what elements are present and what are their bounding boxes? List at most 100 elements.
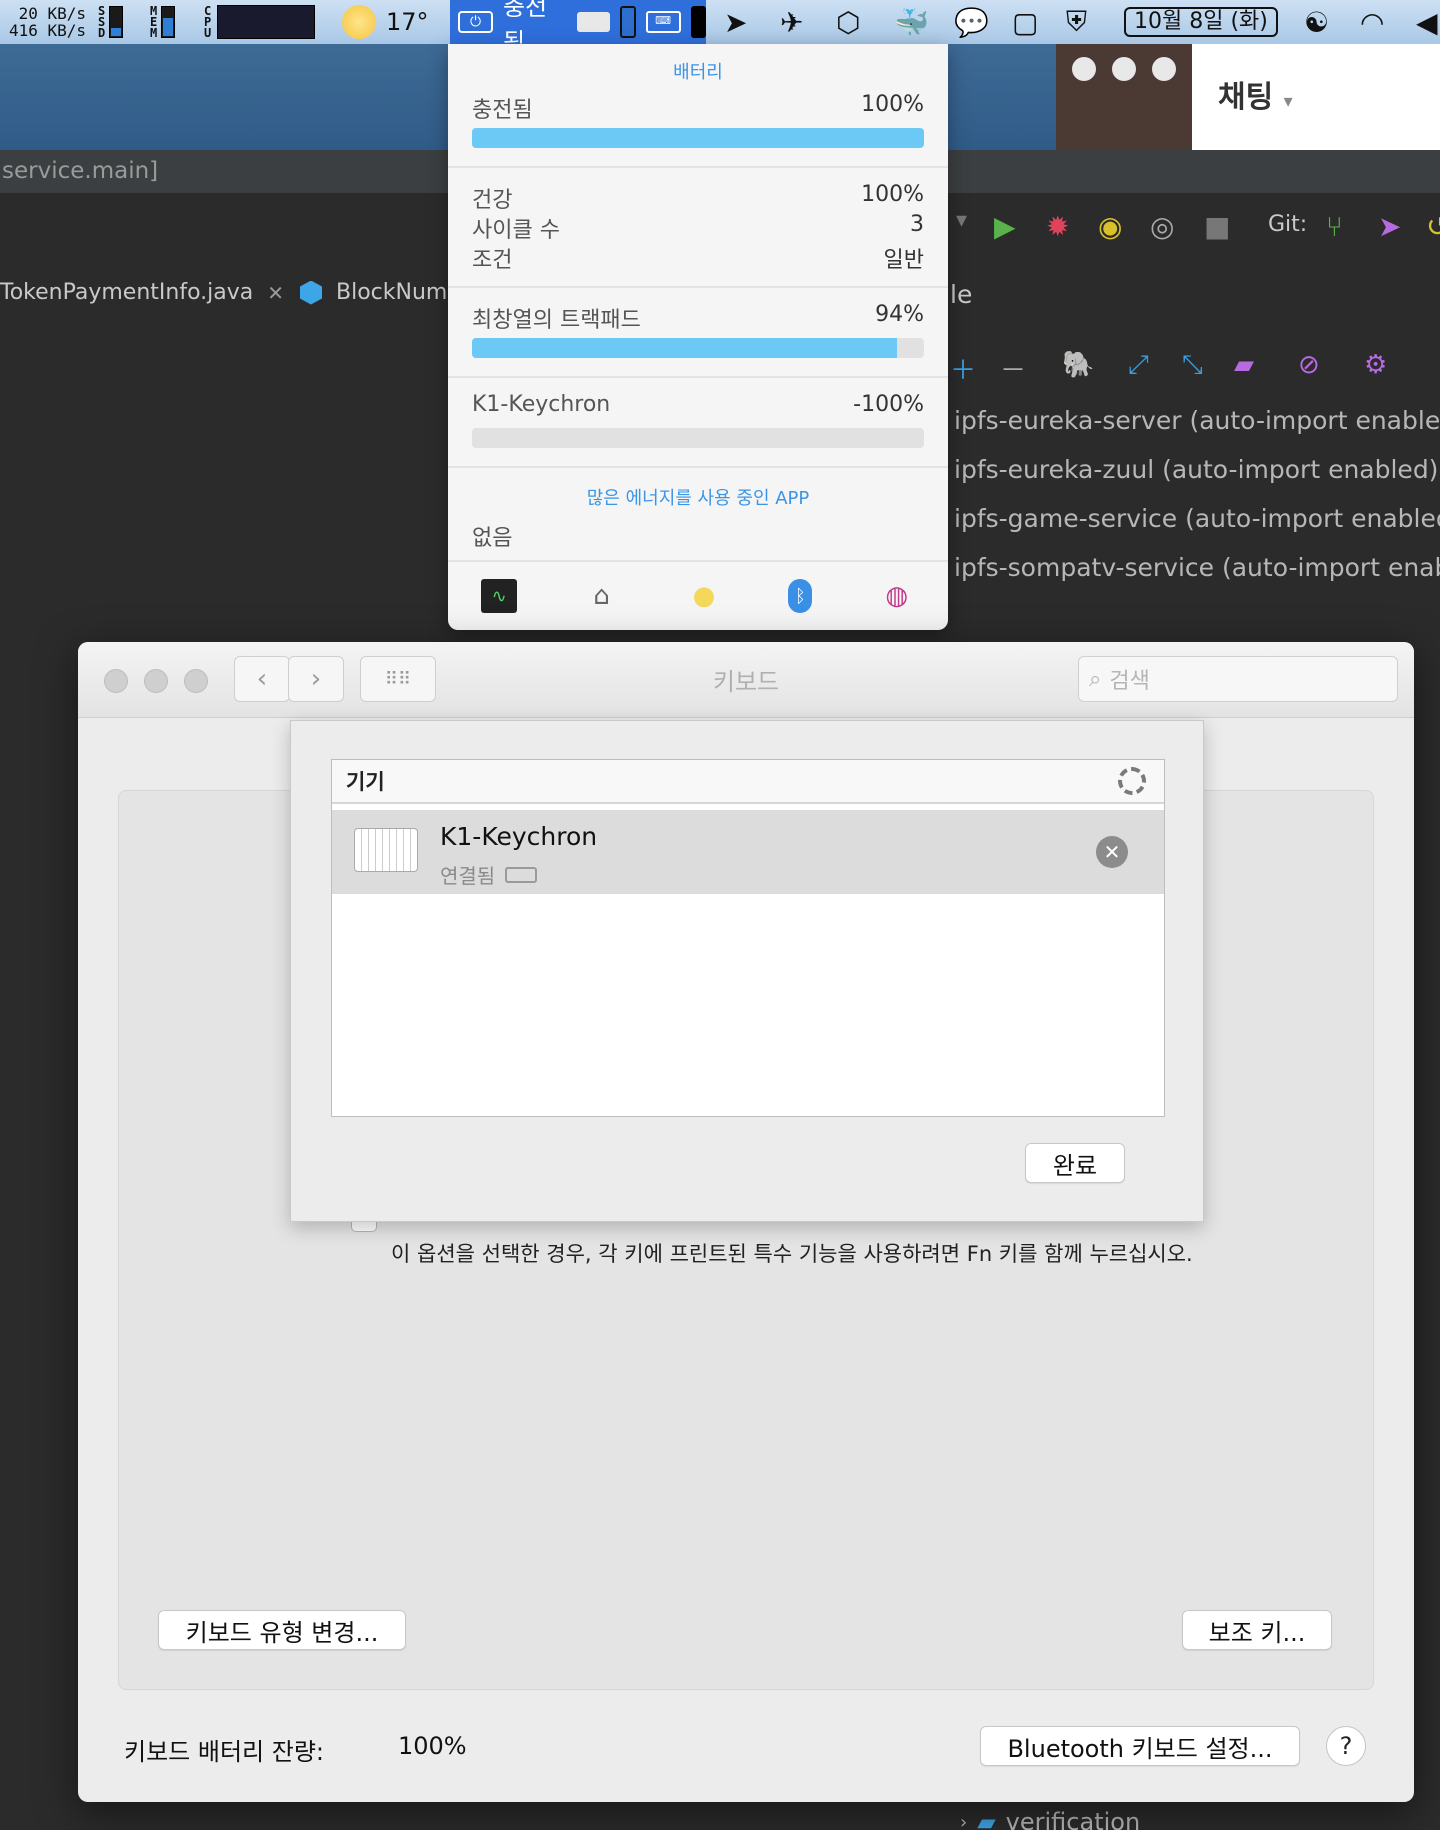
ssd-meter[interactable]: SSD xyxy=(98,0,124,44)
tab-label: BlockNumb xyxy=(336,280,462,305)
remove-device-icon[interactable]: ✕ xyxy=(1096,836,1128,868)
energy-none: 없음 xyxy=(472,526,513,551)
git-branch-icon[interactable]: ⑂ xyxy=(1326,210,1343,243)
trackpad-value: 94% xyxy=(875,302,924,327)
git-push-icon[interactable]: ➤ xyxy=(1378,210,1401,243)
condition-value: 일반 xyxy=(883,248,924,273)
trackpad-battery-icon xyxy=(577,12,610,32)
cpu-label: CPU xyxy=(204,3,212,40)
date-text: 10월 8일 (화) xyxy=(1124,7,1278,37)
gradle-project-item[interactable]: ipfs-game-service (auto-import enabled xyxy=(954,504,1440,533)
condition-row: 조건 일반 xyxy=(472,242,924,274)
weather-widget[interactable]: 17° xyxy=(342,0,429,44)
telegram-icon[interactable]: ➤ xyxy=(724,0,747,44)
dropdown-arrow-icon[interactable]: ▾ xyxy=(956,208,967,244)
tree-item-verification[interactable]: › ▰ verification xyxy=(960,1808,1140,1830)
charged-bar xyxy=(472,128,924,148)
gradle-elephant-icon[interactable]: 🐘 xyxy=(1062,350,1094,380)
speedometer-icon[interactable]: ◍ xyxy=(879,579,915,613)
editor-tab-2[interactable]: BlockNumb xyxy=(300,280,461,305)
zoom-dot[interactable] xyxy=(1152,57,1176,81)
close-icon[interactable]: ✕ xyxy=(267,281,284,305)
search-field[interactable]: ⌕ 검색 xyxy=(1078,656,1398,702)
net-download: 416 KB/s xyxy=(8,21,86,40)
device-list-header: 기기 xyxy=(332,760,1164,804)
help-button[interactable]: ? xyxy=(1326,1726,1366,1766)
gradle-project-item[interactable]: ipfs-eureka-zuul (auto-import enabled) xyxy=(954,455,1440,484)
activity-monitor-icon[interactable]: ∿ xyxy=(481,579,518,613)
gradle-project-item[interactable]: ipfs-eureka-server (auto-import enabled xyxy=(954,406,1440,435)
gear-icon[interactable]: ⚙ xyxy=(1364,350,1387,380)
class-icon xyxy=(300,280,322,305)
close-dot[interactable] xyxy=(1072,57,1096,81)
done-button[interactable]: 완료 xyxy=(1025,1143,1125,1183)
box-icon[interactable]: ⬡ xyxy=(836,0,860,44)
bluetooth-icon[interactable]: ᛒ xyxy=(788,579,813,613)
weather-temp: 17° xyxy=(386,8,429,36)
device-list-title: 기기 xyxy=(346,770,385,794)
wifi-icon[interactable]: ◠ xyxy=(1360,0,1384,44)
battery-level-value: 100% xyxy=(398,1732,467,1760)
mem-label: MEM xyxy=(150,3,158,40)
folder-icon[interactable]: ▰ xyxy=(1234,350,1254,380)
run-icon[interactable]: ▶ xyxy=(994,210,1016,243)
editor-tab-1[interactable]: TokenPaymentInfo.java ✕ xyxy=(0,280,284,305)
docker-icon[interactable]: 🐳 xyxy=(894,0,929,44)
satellite-icon[interactable]: ✈ xyxy=(780,0,803,44)
fn-description: 이 옵션을 선택한 경우, 각 키에 프린트된 특수 기능을 사용하려면 Fn … xyxy=(391,1242,1193,1266)
bulb-icon[interactable]: ● xyxy=(686,579,722,613)
chat-notification-icon[interactable]: 💬 xyxy=(954,0,989,44)
keyboard-preferences-window: ‹ › ⠿⠿ 키보드 ⌕ 검색 이 옵션을 선택한 경우, 각 키에 프린트된 … xyxy=(78,642,1414,1802)
cpu-meter[interactable]: CPU xyxy=(204,0,316,44)
stop-icon[interactable]: ■ xyxy=(1204,210,1230,243)
folder-icon: ▰ xyxy=(977,1808,996,1830)
vpn-shield-icon[interactable]: ⛨ xyxy=(1066,0,1087,44)
window-titlebar: ‹ › ⠿⠿ 키보드 ⌕ 검색 xyxy=(78,642,1414,718)
trackpad-label: 최창열의 트랙패드 xyxy=(472,308,641,333)
chevron-down-icon: ▾ xyxy=(1283,91,1293,112)
energy-row: 없음 xyxy=(472,520,924,552)
energy-header: 많은 에너지를 사용 중인 APP xyxy=(586,488,810,509)
volume-icon[interactable]: ◀ xyxy=(1416,0,1438,44)
health-row: 건강 100% xyxy=(472,182,924,214)
mem-meter[interactable]: MEM xyxy=(150,0,176,44)
keyboard-device-icon xyxy=(354,828,418,872)
device-row[interactable]: K1-Keychron 연결됨 ✕ xyxy=(332,810,1164,894)
bluetooth-keyboard-setup-button[interactable]: Bluetooth 키보드 설정... xyxy=(980,1726,1300,1766)
keyboard-section: K1-Keychron -100% xyxy=(448,378,948,468)
plug-icon: ⏻ xyxy=(458,11,493,33)
cycles-value: 3 xyxy=(910,212,924,237)
chat-title[interactable]: 채팅 ▾ xyxy=(1218,72,1293,116)
health-label: 건강 xyxy=(472,188,513,213)
charged-bar-fill xyxy=(472,128,924,148)
add-icon[interactable]: ＋ xyxy=(950,350,976,387)
cleaner-icon[interactable]: ⌂ xyxy=(584,579,620,613)
gradle-project-item[interactable]: ipfs-sompatv-service (auto-import enab xyxy=(954,553,1440,582)
battery-popover: 배터리 충전됨 100% 건강 100% 사이클 수 3 조건 일반 최창열의 … xyxy=(448,44,948,630)
loading-spinner-icon xyxy=(1118,767,1146,795)
chevron-right-icon: › xyxy=(960,1811,968,1830)
gradle-project-list: ipfs-eureka-server (auto-import enabled … xyxy=(954,406,1440,582)
network-speed[interactable]: 20 KB/s 416 KB/s xyxy=(4,0,86,44)
git-history-icon[interactable]: ↺ xyxy=(1426,210,1440,243)
modifier-keys-button[interactable]: 보조 키... xyxy=(1182,1610,1332,1650)
coverage-icon[interactable]: ◉ xyxy=(1098,210,1122,243)
offline-mode-icon[interactable]: ⊘ xyxy=(1298,350,1320,380)
condition-label: 조건 xyxy=(472,248,513,273)
trackpad-bar xyxy=(472,338,924,358)
minimize-dot[interactable] xyxy=(1112,57,1136,81)
battery-menu[interactable]: ⏻ 충전됨 ⌨ xyxy=(450,0,706,56)
remove-icon[interactable]: － xyxy=(1000,350,1026,387)
mask-icon[interactable]: ☯ xyxy=(1304,0,1329,44)
profiler-icon[interactable]: ◎ xyxy=(1150,210,1174,243)
keyboard-bar xyxy=(472,428,924,448)
expand-icon[interactable]: ⤢ xyxy=(1128,350,1149,381)
debug-icon[interactable]: ✹ xyxy=(1046,210,1069,243)
collapse-icon[interactable]: ⤡ xyxy=(1182,350,1203,381)
device-name: K1-Keychron xyxy=(440,822,598,851)
search-placeholder: 검색 xyxy=(1109,669,1150,694)
window-icon[interactable]: ▢ xyxy=(1012,0,1038,44)
change-keyboard-type-button[interactable]: 키보드 유형 변경... xyxy=(158,1610,406,1650)
battery-icon xyxy=(505,866,538,883)
date-clock[interactable]: 10월 8일 (화) xyxy=(1124,0,1278,44)
